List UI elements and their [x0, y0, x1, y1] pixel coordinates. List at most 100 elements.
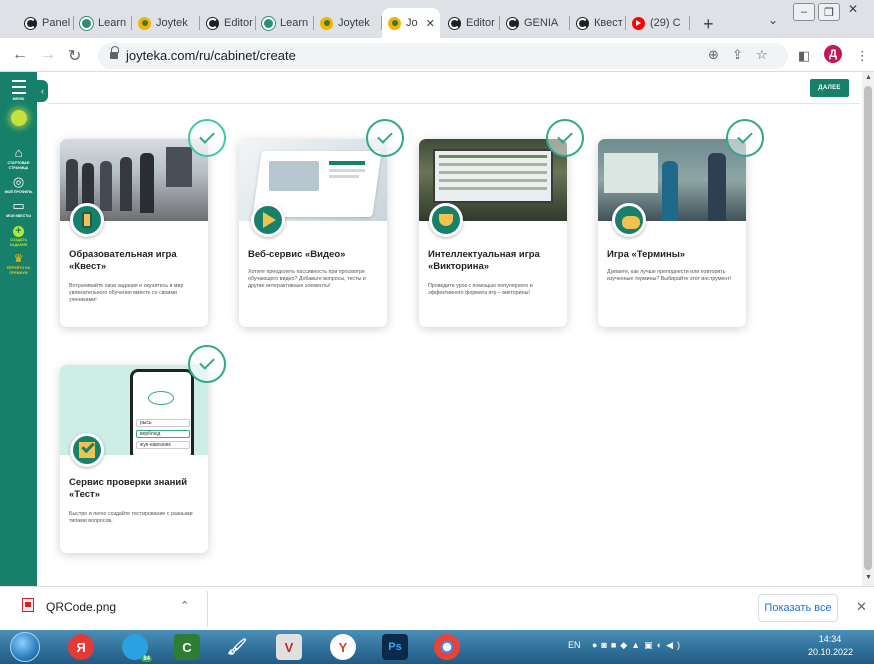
page-scrollbar[interactable]: ▲ ▼ [862, 72, 874, 586]
tab-label: Квест [594, 17, 623, 29]
check-icon[interactable] [188, 119, 226, 157]
tab-label: Editor [466, 17, 495, 29]
menu-button[interactable]: МЕНЮ [0, 78, 37, 102]
chat-bubble-icon [612, 203, 646, 237]
window-close-icon[interactable]: ✕ [848, 2, 858, 16]
card-terms[interactable]: Игра «Термины» Думаете, как лучше препод… [598, 139, 746, 327]
sidebar-item-profile[interactable]: ◎ МОЙ ПРОФИЛЬ [0, 175, 37, 195]
maximize-icon[interactable]: ❐ [818, 3, 840, 21]
tab-learn-2[interactable]: Learn [256, 8, 314, 38]
tab-quest[interactable]: Квест [570, 8, 626, 38]
card-test[interactable]: рысь верблюд жук-навозник Сервис проверк… [60, 365, 208, 553]
kebab-menu-icon[interactable]: ⋮ [856, 48, 869, 64]
idea-icon[interactable] [0, 110, 37, 126]
chevron-up-icon[interactable]: ⌃ [180, 599, 189, 612]
scroll-thumb[interactable] [864, 86, 872, 570]
plus-icon: + [13, 226, 24, 237]
download-file-name[interactable]: QRCode.png [46, 600, 116, 614]
checkbox-tick-icon [70, 433, 104, 467]
back-icon[interactable]: ← [12, 46, 28, 64]
photoshop-icon[interactable]: Ps [382, 634, 408, 660]
tab-learn[interactable]: Learn [74, 8, 132, 38]
download-bar: QRCode.png ⌃ Показать все ✕ [0, 586, 874, 630]
minimize-icon[interactable]: – [793, 3, 815, 21]
tab-label: Editor [224, 17, 253, 29]
tab-joyteka-2[interactable]: Joytek [314, 8, 382, 38]
zoom-icon[interactable]: ⊕ [708, 47, 719, 63]
close-tab-icon[interactable]: ✕ [426, 17, 435, 30]
answer-option: жук-навозник [136, 441, 190, 449]
show-all-downloads-button[interactable]: Показать все [758, 594, 838, 622]
card-description: Хотите преодолеть пассивность при просмо… [248, 269, 366, 289]
check-icon[interactable] [546, 119, 584, 157]
sidebar-item-label: МОИ КВЕСТЫ [6, 214, 31, 218]
chrome-g-icon [24, 16, 37, 30]
yandex-icon[interactable]: Я [68, 634, 94, 660]
tab-label: Panel [42, 17, 71, 29]
card-quiz[interactable]: Интеллектуальная игра «Викторина» Провед… [419, 139, 567, 327]
side-panel-icon[interactable]: ◧ [798, 48, 810, 64]
scroll-down-icon[interactable]: ▼ [865, 574, 872, 581]
check-icon[interactable] [726, 119, 764, 157]
tab-label: Learn [98, 17, 127, 29]
tray-icons[interactable]: ●◙■◆▲▣◐◀) [592, 640, 684, 651]
tab-editor[interactable]: Editor [200, 8, 256, 38]
page-content: МЕНЮ ⌂ СТАРТОВАЯ СТРАНИЦА ◎ МОЙ ПРОФИЛЬ … [0, 72, 874, 586]
tab-search-icon[interactable]: ⌄ [768, 13, 778, 27]
tab-panel[interactable]: Panel [18, 8, 74, 38]
language-indicator[interactable]: EN [568, 640, 581, 650]
address-bar[interactable]: joyteka.com/ru/cabinet/create ⊕ ⇪ ☆ [98, 43, 788, 69]
bookmark-star-icon[interactable]: ☆ [756, 47, 768, 63]
clock-date: 20.10.2022 [808, 647, 854, 657]
sidebar-collapse-icon[interactable]: ‹ [37, 80, 48, 102]
profile-avatar[interactable]: Д [824, 45, 842, 63]
sidebar-item-quests[interactable]: ▭ МОИ КВЕСТЫ [0, 199, 37, 219]
page-topbar [48, 72, 860, 104]
sidebar-item-create[interactable]: + СОЗДАТЬ ЗАДАНИЕ [0, 226, 37, 247]
next-button[interactable]: ДАЛЕЕ [810, 79, 849, 97]
forward-icon[interactable]: → [40, 46, 56, 64]
sidebar-item-label: МОЙ ПРОФИЛЬ [4, 190, 33, 194]
paint-icon[interactable]: 🖌 [224, 634, 250, 660]
check-icon[interactable] [188, 345, 226, 383]
new-tab-button[interactable]: + [703, 14, 714, 35]
quest-phone-icon [70, 203, 104, 237]
url-text[interactable]: joyteka.com/ru/cabinet/create [126, 48, 296, 63]
crown-icon: ♛ [13, 253, 24, 265]
scroll-up-icon[interactable]: ▲ [865, 74, 872, 81]
telegram-icon[interactable]: 84 [122, 634, 152, 662]
sidebar: МЕНЮ ⌂ СТАРТОВАЯ СТРАНИЦА ◎ МОЙ ПРОФИЛЬ … [0, 72, 37, 586]
tab-youtube[interactable]: (29) C [626, 8, 690, 38]
sidebar-item-premium[interactable]: ♛ ПЕРЕЙТИ НА ПРЕМИУМ [0, 252, 37, 275]
sidebar-item-label: СТАРТОВАЯ СТРАНИЦА [7, 161, 30, 170]
answer-option: рысь [136, 419, 190, 427]
share-icon[interactable]: ⇪ [732, 47, 743, 63]
tab-editor-2[interactable]: Editor [442, 8, 500, 38]
card-title: Образовательная игра «Квест» [69, 249, 177, 272]
tab-label: Jo [406, 17, 418, 29]
card-title: Интеллектуальная игра «Викторина» [428, 249, 540, 272]
chrome-icon[interactable] [434, 634, 460, 660]
tab-label: Joytek [156, 17, 188, 29]
unread-badge: 84 [141, 656, 152, 662]
tab-joyteka[interactable]: Joytek [132, 8, 200, 38]
green-app-icon[interactable]: C [174, 634, 200, 660]
tab-label: (29) C [650, 17, 681, 29]
tab-joyteka-active[interactable]: Jo ✕ [382, 8, 440, 38]
tab-label: Joytek [338, 17, 370, 29]
card-description: Проведите урок с помощью популярного и э… [428, 283, 533, 296]
vk-app-icon[interactable]: V [276, 634, 302, 660]
sidebar-item-home[interactable]: ⌂ СТАРТОВАЯ СТРАНИЦА [0, 146, 37, 170]
card-quest[interactable]: Образовательная игра «Квест» Вотрачивайт… [60, 139, 208, 327]
joyteka-icon [388, 16, 401, 30]
card-video[interactable]: Веб-сервис «Видео» Хотите преодолеть пас… [239, 139, 387, 327]
reload-icon[interactable]: ↻ [68, 46, 81, 66]
yandex-browser-icon[interactable]: Y [330, 634, 356, 660]
check-icon[interactable] [366, 119, 404, 157]
sidebar-item-label: ПЕРЕЙТИ НА ПРЕМИУМ [6, 266, 31, 275]
tab-genially[interactable]: GENIA [500, 8, 570, 38]
start-button[interactable] [10, 632, 40, 662]
close-download-bar-icon[interactable]: ✕ [856, 599, 867, 615]
home-icon: ⌂ [14, 145, 23, 160]
clock[interactable]: 14:34 20.10.2022 [808, 633, 854, 659]
